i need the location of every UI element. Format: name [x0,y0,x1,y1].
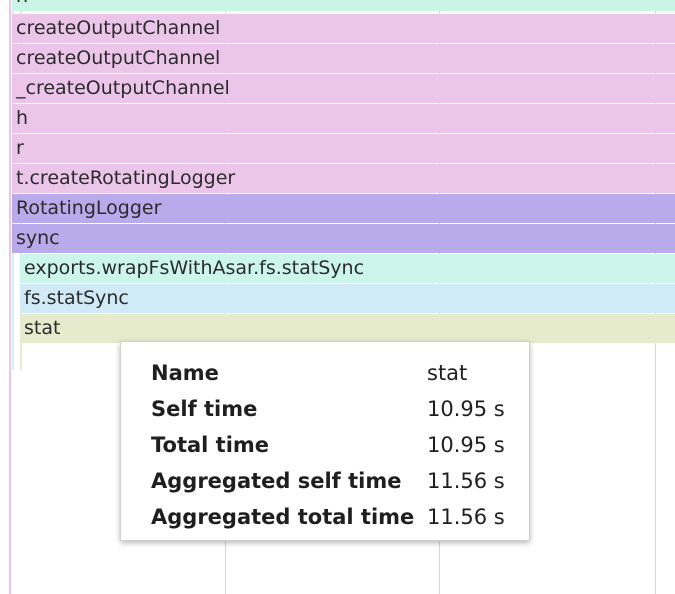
frame-r[interactable]: r [12,134,675,163]
stack-trail [9,0,11,594]
frame-rotating-logger[interactable]: RotatingLogger [12,194,675,223]
tooltip-row-aggregated-total-time: Aggregated total time 11.56 s [151,499,519,535]
frame-tooltip: Name stat Self time 10.95 s Total time 1… [120,341,530,541]
tooltip-value: 10.95 s [427,433,505,457]
tooltip-label: Total time [151,433,270,457]
tooltip-value: 10.95 s [427,397,505,421]
tooltip-value: 11.56 s [427,469,505,493]
frame-fs-stat-sync[interactable]: fs.statSync [20,284,675,313]
tooltip-label: Self time [151,397,258,421]
tooltip-label: Aggregated self time [151,469,402,493]
tooltip-value: 11.56 s [427,505,505,529]
frame-create-output-channel-2[interactable]: createOutputChannel [12,44,675,73]
tooltip-label: Name [151,361,219,385]
tooltip-label: Aggregated total time [151,505,415,529]
frame-wrap-fs-stat-sync[interactable]: exports.wrapFsWithAsar.fs.statSync [20,254,675,283]
tooltip-row-name: Name stat [151,355,519,391]
tooltip-value: stat [427,361,468,385]
frame-stat[interactable]: stat [20,314,675,343]
tooltip-row-aggregated-self-time: Aggregated self time 11.56 s [151,463,519,499]
frame-h-top[interactable]: h [12,0,675,11]
frame-create-rotating-logger[interactable]: t.createRotatingLogger [12,164,675,193]
tooltip-row-total-time: Total time 10.95 s [151,427,519,463]
tooltip-row-self-time: Self time 10.95 s [151,391,519,427]
frame-sync[interactable]: sync [12,224,675,253]
frame-private-create-output-channel[interactable]: _createOutputChannel [12,74,675,103]
frame-create-output-channel[interactable]: createOutputChannel [12,14,675,43]
frame-h[interactable]: h [12,104,675,133]
